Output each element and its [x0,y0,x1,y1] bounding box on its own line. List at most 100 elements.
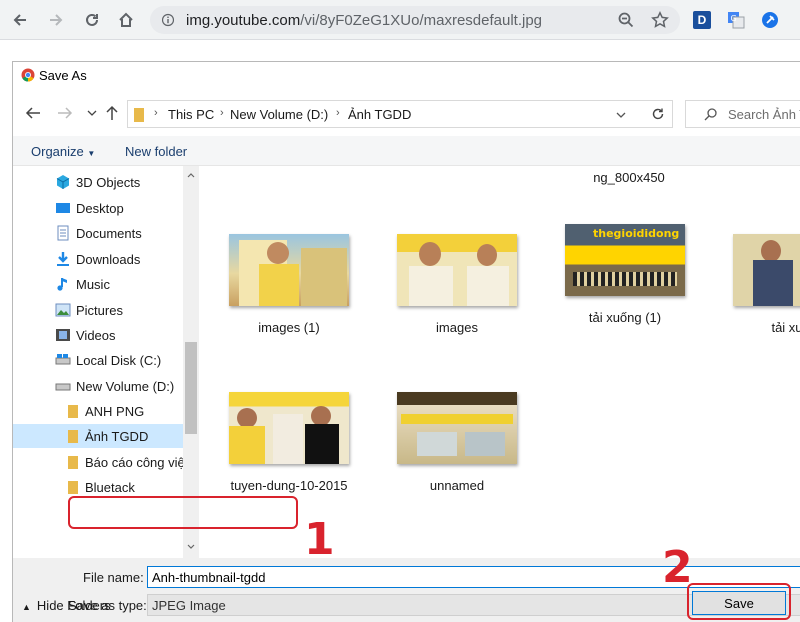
file-thumbnail [229,392,349,464]
sidebar-item-3d-objects[interactable]: 3D Objects [13,170,183,194]
refresh-icon [652,108,663,120]
info-icon[interactable] [162,13,174,27]
sidebar-item-label: Bluetack [85,480,135,495]
organize-dropdown-icon: ▼ [87,149,96,158]
pictures-icon [55,303,71,317]
extension-d-icon[interactable]: D [692,10,712,30]
sidebar-item-label: Pictures [76,303,123,318]
breadcrumb-this-pc[interactable]: This PC [168,107,214,122]
scroll-up-icon[interactable] [187,172,195,178]
chevron-up-icon: ▲ [22,602,31,612]
search-input[interactable]: Search Ảnh T [685,100,800,128]
sidebar-item-label: Videos [76,328,116,343]
folder-icon [68,430,78,443]
file-name: tải xuống (1) [588,310,662,325]
chrome-logo-icon [21,68,35,82]
browser-toolbar: img.youtube.com/vi/8yF0ZeG1XUo/maxresdef… [0,0,800,40]
organize-button[interactable]: Organize ▼ [31,144,95,159]
sidebar-item-anh-png[interactable]: ANH PNG [13,399,183,423]
scroll-down-icon[interactable] [187,544,195,550]
file-name: tuyen-dung-10-2015 [230,478,348,493]
dialog-title: Save As [39,68,87,83]
navigation-row: › This PC › New Volume (D:) › Ảnh TGDD S… [13,92,800,132]
breadcrumb-separator-icon: › [154,107,158,119]
file-name-partial[interactable]: ng_800x450 [561,170,697,185]
search-placeholder: Search Ảnh T [728,107,800,122]
annotation-step-2: 2 [662,542,693,593]
sidebar-item-videos[interactable]: Videos [13,323,183,347]
save-as-dialog: Save As › This PC › New Volume (D:) › Ản… [12,61,800,622]
home-icon[interactable] [114,8,138,32]
forward-arrow-icon[interactable] [57,106,73,120]
sidebar-item-label: ANH PNG [85,404,145,419]
file-name: tải xu [771,320,800,335]
file-item[interactable]: images (1) [221,234,351,364]
new-folder-button[interactable]: New folder [125,144,187,159]
sidebar-item-desktop[interactable]: Desktop [13,196,183,220]
folder-icon [68,456,78,469]
hide-folders-label: Hide Folders [36,598,111,613]
sidebar-item-music[interactable]: Music [13,272,183,296]
annotation-file-name-highlight [68,496,298,529]
file-item[interactable]: tải xu [725,234,800,364]
sidebar-item-label: Báo cáo công việ [85,455,185,470]
downloads-icon [57,252,69,266]
3d-objects-icon [56,175,70,189]
sidebar-scroll-thumb[interactable] [185,342,197,434]
music-icon [57,278,67,291]
address-dropdown-icon[interactable] [616,111,626,119]
sidebar-item-label: 3D Objects [76,175,141,190]
videos-icon [56,329,70,341]
sidebar-item-downloads[interactable]: Downloads [13,247,183,271]
annotation-save-highlight [687,583,791,620]
up-arrow-icon[interactable] [105,105,119,121]
reload-icon[interactable] [80,8,104,32]
sidebar-item-label: Ảnh TGDD [85,429,149,444]
sidebar-item-label: Downloads [76,252,141,267]
sidebar-item-bao-cao[interactable]: Báo cáo công việ [13,450,185,474]
breadcrumb-new-volume[interactable]: New Volume (D:) [230,107,328,122]
bookmark-star-icon[interactable] [650,10,670,30]
file-name: unnamed [429,478,485,493]
file-name: images (1) [258,320,320,335]
sidebar-item-label: New Volume (D:) [76,379,175,394]
drive-icon [55,383,71,391]
breadcrumb[interactable]: › This PC › New Volume (D:) › Ảnh TGDD [127,100,651,128]
file-name: images [436,320,478,335]
back-arrow-icon[interactable] [25,106,41,120]
hide-folders-toggle[interactable]: ▲ Hide Folders [22,598,111,613]
file-name-label: File name: [83,570,144,585]
file-thumbnail [397,392,517,464]
sidebar-item-new-volume[interactable]: New Volume (D:) [13,374,183,398]
desktop-icon [56,203,70,213]
sidebar-item-label: Local Disk (C:) [76,353,162,368]
file-item[interactable]: thegioididong tải xuống (1) [557,224,687,354]
file-thumbnail [733,234,800,306]
search-icon [704,108,717,121]
sidebar-item-local-disk[interactable]: Local Disk (C:) [13,348,183,372]
file-item[interactable]: images [389,234,519,364]
sidebar-item-label: Documents [76,226,142,241]
recent-locations-chevron-icon[interactable] [87,109,97,117]
sidebar-item-documents[interactable]: Documents [13,221,183,245]
forward-icon[interactable] [44,8,68,32]
file-thumbnail [397,234,517,306]
documents-icon [57,225,69,241]
folder-icon [68,481,78,494]
folder-icon [68,405,78,418]
sidebar-item-label: Music [76,277,110,292]
address-bar[interactable]: img.youtube.com/vi/8yF0ZeG1XUo/maxresdef… [150,6,680,34]
refresh-button[interactable] [643,100,673,128]
zoom-icon[interactable] [616,10,636,30]
translate-icon[interactable]: G [726,10,746,30]
file-thumbnail [229,234,349,306]
sidebar-item-anh-tgdd[interactable]: Ảnh TGDD [13,424,183,448]
pin-extension-icon[interactable] [760,10,780,30]
file-item[interactable]: unnamed [389,392,519,522]
breadcrumb-separator-icon: › [220,107,224,119]
back-icon[interactable] [8,8,32,32]
file-thumbnail: thegioididong [565,224,685,296]
sidebar-item-pictures[interactable]: Pictures [13,298,183,322]
breadcrumb-current-folder[interactable]: Ảnh TGDD [348,107,411,122]
drive-icon [55,354,71,365]
